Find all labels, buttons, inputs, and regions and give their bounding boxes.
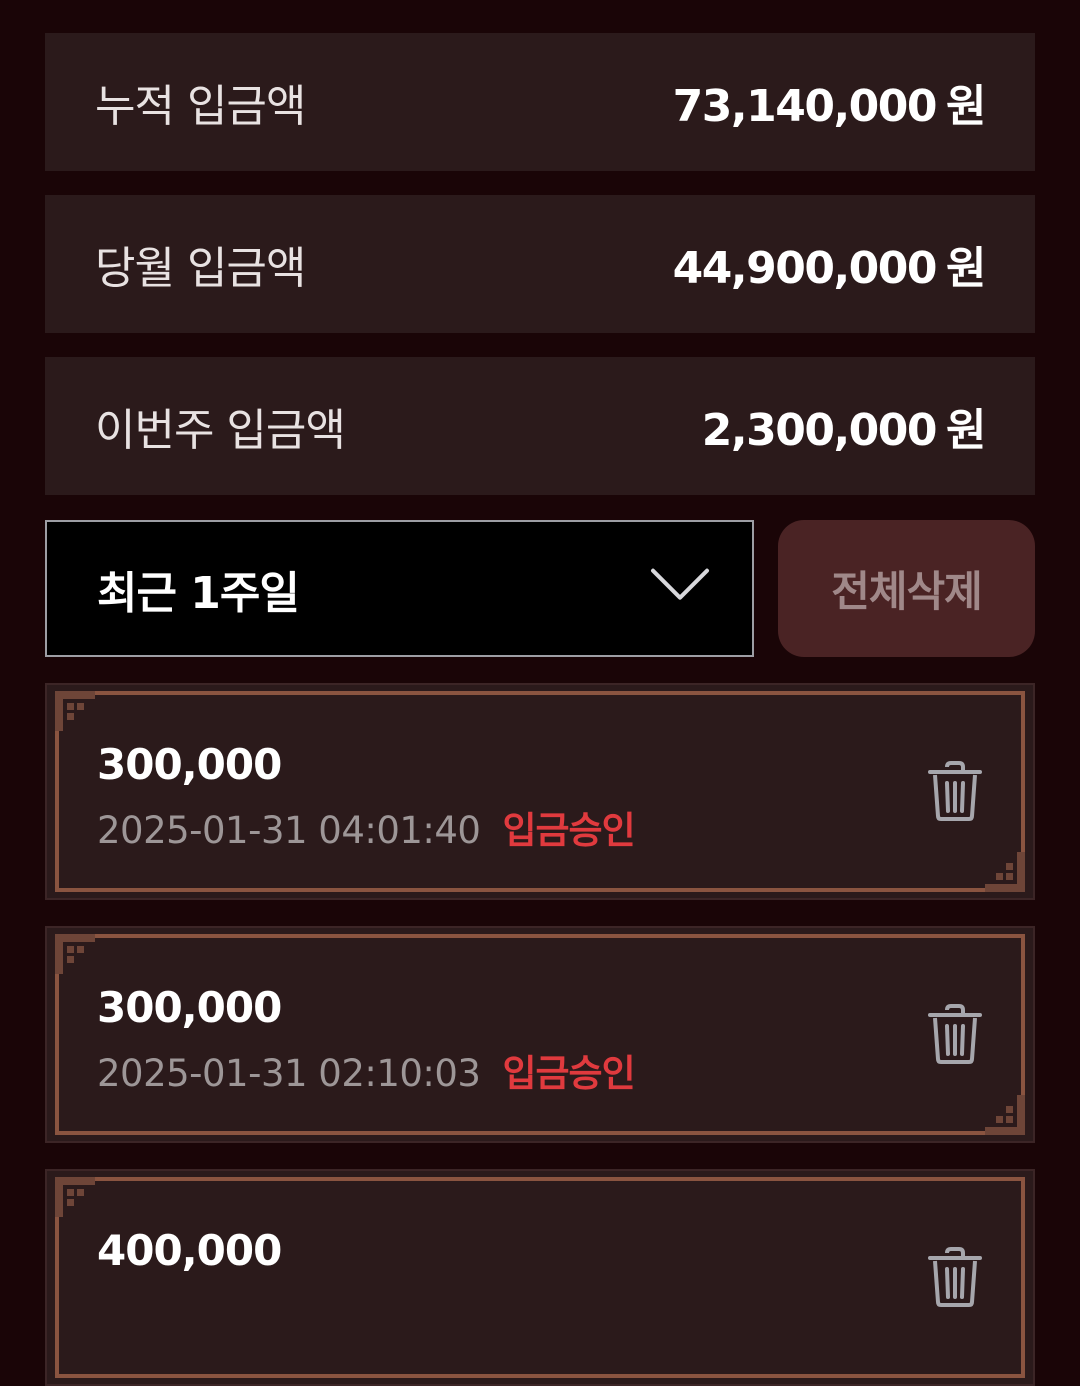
deposit-status: 입금승인 (502, 1052, 635, 1095)
corner-ornament-icon (985, 852, 1025, 892)
summary-amount: 44,900,000 원 (672, 243, 987, 294)
deposit-amount: 400,000 (97, 1226, 282, 1275)
corner-ornament-icon (55, 934, 95, 974)
summary-label: 당월 입금액 (95, 243, 306, 294)
deposit-datetime: 2025-01-31 04:01:40 (97, 809, 481, 852)
summary-label: 누적 입금액 (95, 81, 306, 132)
card-frame (55, 691, 1025, 892)
trash-icon[interactable] (927, 1004, 983, 1064)
deposit-card: 300,000 2025-01-31 04:01:40 입금승인 (45, 683, 1035, 900)
deposit-datetime: 2025-01-31 02:10:03 (97, 1052, 481, 1095)
period-filter-value: 최근 1주일 (97, 567, 300, 619)
summary-amount: 2,300,000 원 (701, 405, 987, 456)
deposit-card: 400,000 (45, 1169, 1035, 1386)
corner-ornament-icon (985, 1095, 1025, 1135)
summary-total: 누적 입금액 73,140,000 원 (45, 33, 1035, 171)
delete-all-button[interactable]: 전체삭제 (778, 520, 1035, 657)
trash-icon[interactable] (927, 761, 983, 821)
deposit-meta (97, 1286, 119, 1329)
card-frame (55, 1177, 1025, 1378)
corner-ornament-icon (55, 1177, 95, 1217)
deposit-meta: 2025-01-31 04:01:40 입금승인 (97, 800, 636, 854)
summary-month: 당월 입금액 44,900,000 원 (45, 195, 1035, 333)
summary-amount: 73,140,000 원 (672, 81, 987, 132)
summary-label: 이번주 입금액 (95, 405, 346, 456)
summary-week: 이번주 입금액 2,300,000 원 (45, 357, 1035, 495)
trash-icon[interactable] (927, 1247, 983, 1307)
deposit-amount: 300,000 (97, 983, 282, 1032)
deposit-meta: 2025-01-31 02:10:03 입금승인 (97, 1043, 636, 1097)
deposit-card: 300,000 2025-01-31 02:10:03 입금승인 (45, 926, 1035, 1143)
deposit-amount: 300,000 (97, 740, 282, 789)
deposit-status: 입금승인 (502, 809, 635, 852)
card-frame (55, 934, 1025, 1135)
period-filter-select[interactable]: 최근 1주일 (45, 520, 754, 657)
chevron-down-icon (651, 568, 709, 600)
corner-ornament-icon (55, 691, 95, 731)
